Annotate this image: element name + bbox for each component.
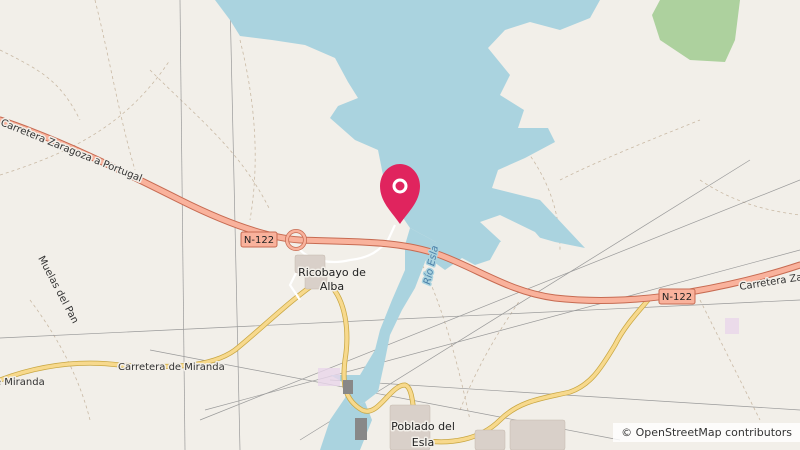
attribution-text: © OpenStreetMap contributors xyxy=(621,426,792,439)
svg-text:N-122: N-122 xyxy=(244,235,274,246)
farmland-patch xyxy=(318,368,340,386)
forest-area xyxy=(652,0,740,62)
map-viewport[interactable]: Carretera Zaragoza a Portugal Carretera … xyxy=(0,0,800,450)
place-label-ricobayo: Ricobayo de xyxy=(298,266,366,279)
secondary-roads xyxy=(0,277,651,445)
svg-text:N-122: N-122 xyxy=(662,292,692,303)
road-label-miranda: Carretera de Miranda xyxy=(118,362,225,373)
road-shield-n122: N-122 xyxy=(658,288,696,305)
farmland-patch xyxy=(725,318,739,334)
place-label-poblado: Poblado del xyxy=(391,420,455,433)
place-label-ricobayo: Alba xyxy=(320,280,344,293)
road-label-n122-west: Carretera Zaragoza a Portugal xyxy=(0,118,144,185)
road-shield-n122: N-122 xyxy=(240,231,278,248)
place-label-poblado: Esla xyxy=(412,436,434,449)
reservoir xyxy=(215,0,600,270)
road-label-miranda-west: Carretera de Miranda xyxy=(0,377,45,388)
place-label-muelas: Muelas del Pan xyxy=(35,254,80,325)
map-canvas[interactable]: Carretera Zaragoza a Portugal Carretera … xyxy=(0,0,800,450)
map-attribution[interactable]: © OpenStreetMap contributors xyxy=(613,423,800,442)
